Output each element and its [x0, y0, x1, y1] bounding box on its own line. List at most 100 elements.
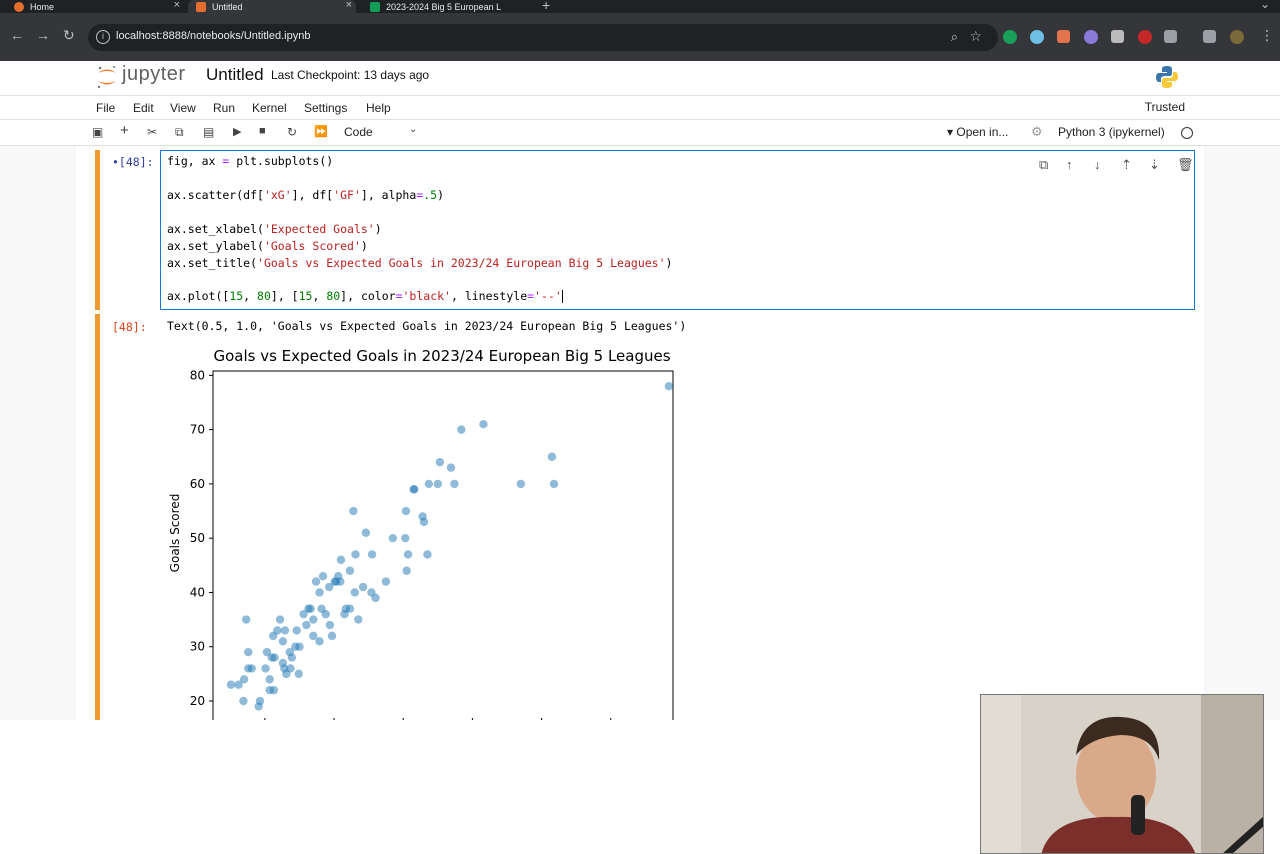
ublock-extension-icon[interactable] [1138, 30, 1152, 44]
insert-below-icon[interactable]: ⇣ [1149, 157, 1160, 173]
scatter-point [318, 571, 328, 581]
site-info-icon[interactable]: i [96, 30, 110, 44]
output-prompt: [48]: [112, 320, 147, 334]
menu-bar: File Edit View Run Kernel Settings Help … [0, 95, 1280, 120]
trusted-indicator[interactable]: Trusted [1145, 100, 1185, 114]
insert-cell-icon[interactable]: + [120, 122, 129, 139]
tab-title: 2023-2024 Big 5 European L [386, 1, 502, 12]
browser-tab-strip: Home × Untitled × 2023-2024 Big 5 Europe… [0, 0, 1280, 13]
menu-view[interactable]: View [170, 101, 196, 115]
extension-icon[interactable] [1057, 30, 1070, 43]
grammarly-extension-icon[interactable] [1003, 30, 1017, 44]
scatter-point [446, 463, 456, 472]
scatter-point [354, 615, 363, 624]
open-in-dropdown[interactable]: ▾ Open in... [947, 125, 1008, 139]
webcam-overlay [980, 694, 1264, 854]
browser-tab-untitled[interactable]: Untitled × [188, 0, 356, 13]
menu-run[interactable]: Run [213, 101, 235, 115]
jupyter-logo-icon[interactable] [96, 64, 118, 90]
extension-icon[interactable] [1111, 30, 1124, 43]
close-tab-icon[interactable]: × [346, 0, 352, 11]
save-icon[interactable]: ▣ [92, 125, 103, 139]
address-bar[interactable]: i localhost:8888/notebooks/Untitled.ipyn… [88, 24, 998, 51]
scatter-point [292, 626, 301, 635]
scatter-point [226, 680, 236, 689]
scatter-point [402, 566, 411, 575]
scatter-point [351, 550, 360, 559]
scatter-point [336, 577, 345, 586]
scatter-point [254, 702, 263, 711]
scatter-point [419, 517, 429, 527]
scatter-point [275, 615, 285, 624]
move-down-icon[interactable]: ↓ [1094, 157, 1101, 172]
code-line: ax.set_xlabel('Expected Goals') [167, 222, 382, 236]
run-cell-icon[interactable]: ▶ [233, 125, 241, 138]
tab-search-chevron-icon[interactable]: ⌄ [1260, 0, 1270, 11]
code-line: ax.set_ylabel('Goals Scored') [167, 239, 368, 253]
kernel-status-icon [1181, 127, 1193, 139]
scatter-point [547, 452, 557, 461]
menu-kernel[interactable]: Kernel [252, 101, 287, 115]
bookmark-star-icon[interactable]: ☆ [969, 28, 982, 45]
scatter-chart: Goals vs Expected Goals in 2023/24 Europ… [168, 347, 674, 720]
scatter-point [349, 506, 358, 516]
restart-run-all-icon[interactable]: ⏩ [314, 125, 328, 138]
input-collapser[interactable] [95, 150, 100, 310]
back-arrow-icon[interactable]: ← [10, 27, 24, 43]
forward-arrow-icon[interactable]: → [36, 27, 50, 43]
code-editor[interactable]: fig, ax = plt.subplots() ax.scatter(df['… [160, 150, 1195, 310]
duplicate-cell-icon[interactable]: ⧉ [1039, 157, 1048, 173]
notebook-title[interactable]: Untitled [206, 65, 264, 85]
new-tab-icon[interactable]: + [542, 0, 550, 13]
scatter-point [327, 631, 337, 641]
close-tab-icon[interactable]: × [174, 0, 180, 11]
insert-above-icon[interactable]: ⇡ [1121, 157, 1132, 173]
extension-icon[interactable] [1084, 30, 1098, 44]
scatter-point [242, 615, 251, 624]
scatter-point [424, 479, 434, 489]
paste-icon[interactable]: ▤ [203, 125, 214, 139]
scatter-point [265, 675, 274, 684]
scatter-point [433, 479, 443, 489]
chevron-down-icon[interactable]: ⌄ [409, 124, 417, 135]
extension-icon[interactable] [1030, 30, 1044, 44]
side-panel-icon[interactable] [1203, 30, 1216, 43]
scatter-point [479, 419, 488, 429]
profile-avatar[interactable] [1230, 30, 1244, 44]
move-up-icon[interactable]: ↑ [1066, 157, 1073, 172]
kernel-name[interactable]: Python 3 (ipykernel) [1058, 125, 1165, 139]
zoom-icon[interactable]: ⌕ [951, 29, 958, 45]
restart-kernel-icon[interactable]: ↻ [287, 125, 297, 139]
browser-tab-sheet[interactable]: 2023-2024 Big 5 European L [366, 0, 536, 13]
menu-file[interactable]: File [96, 101, 115, 115]
copy-icon[interactable]: ⧉ [175, 125, 184, 140]
menu-help[interactable]: Help [366, 101, 391, 115]
cell-type-select[interactable]: Code [344, 125, 373, 139]
menu-settings[interactable]: Settings [304, 101, 347, 115]
browser-toolbar: ← → ↻ i localhost:8888/notebooks/Untitle… [0, 13, 1280, 61]
reload-icon[interactable]: ↻ [63, 27, 75, 44]
y-tick-label: 40 [190, 585, 205, 599]
jupyter-wordmark: jupyter [122, 63, 186, 85]
scatter-point [358, 582, 368, 592]
interrupt-kernel-icon[interactable]: ■ [259, 125, 266, 137]
text-cursor [561, 290, 563, 303]
output-collapser[interactable] [95, 314, 100, 720]
scatter-point [261, 664, 270, 673]
python-logo-icon [1156, 66, 1178, 88]
menu-edit[interactable]: Edit [133, 101, 154, 115]
code-line: fig, ax = plt.subplots() [167, 154, 334, 168]
delete-cell-icon[interactable]: 🗑 [1177, 157, 1194, 173]
gear-icon[interactable]: ⚙ [1031, 124, 1043, 140]
browser-menu-icon[interactable]: ⋮ [1260, 27, 1274, 44]
extensions-puzzle-icon[interactable] [1164, 30, 1177, 43]
scatter-point [321, 609, 330, 619]
browser-tab-home[interactable]: Home × [14, 0, 184, 13]
scatter-point [278, 637, 288, 646]
scatter-point [350, 588, 360, 597]
chart-title: Goals vs Expected Goals in 2023/24 Europ… [213, 347, 670, 365]
scatter-point [450, 479, 459, 489]
scatter-point [269, 685, 279, 695]
scatter-point [247, 664, 256, 673]
cut-icon[interactable]: ✂ [147, 125, 157, 139]
